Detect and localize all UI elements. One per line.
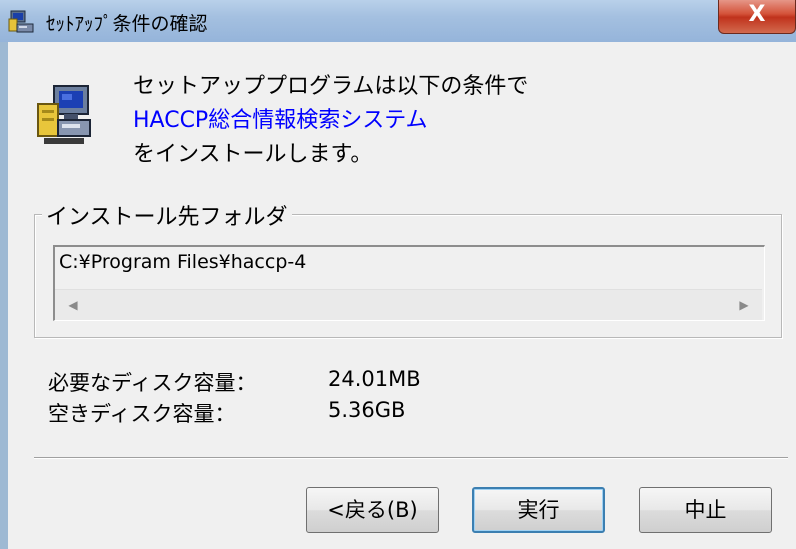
intro-line-1: セットアッププログラムは以下の条件で (133, 74, 529, 99)
install-path-field[interactable]: C:¥Program Files¥haccp-4 ◀ ▶ (53, 245, 765, 321)
run-button[interactable]: 実行 (472, 487, 605, 533)
setup-dialog-window: ｾｯﾄｱｯﾌﾟ条件の確認 X セットアッププログラムは以下の条件で HACCP総… (0, 0, 796, 549)
install-folder-legend: インストール先フォルダ (42, 199, 292, 231)
free-disk-label: 空きディスク容量： (48, 402, 236, 426)
scroll-right-arrow-icon[interactable]: ▶ (732, 290, 756, 320)
cancel-button[interactable]: 中止 (639, 487, 772, 533)
setup-computer-icon (34, 80, 94, 146)
close-button[interactable]: X (718, 0, 796, 34)
required-disk-value: 24.01MB (328, 367, 421, 391)
scroll-left-arrow-icon[interactable]: ◀ (61, 290, 85, 320)
close-icon: X (748, 2, 766, 27)
horizontal-scrollbar[interactable]: ◀ ▶ (55, 289, 762, 320)
intro-line-3: をインストールします。 (133, 142, 373, 167)
title-bar[interactable]: ｾｯﾄｱｯﾌﾟ条件の確認 X (0, 0, 796, 42)
install-path-value: C:¥Program Files¥haccp-4 (59, 251, 307, 273)
required-disk-label: 必要なディスク容量： (48, 371, 257, 395)
product-name: HACCP総合情報検索システム (133, 108, 428, 133)
setup-computer-icon (8, 10, 38, 36)
back-button[interactable]: <戻る(B) (306, 487, 439, 533)
separator-line (34, 457, 788, 459)
intro-text: セットアッププログラムは以下の条件で HACCP総合情報検索システム をインスト… (133, 70, 528, 172)
dialog-body: セットアッププログラムは以下の条件で HACCP総合情報検索システム をインスト… (8, 42, 796, 549)
window-title: ｾｯﾄｱｯﾌﾟ条件の確認 (46, 13, 208, 35)
free-disk-value: 5.36GB (328, 398, 406, 422)
